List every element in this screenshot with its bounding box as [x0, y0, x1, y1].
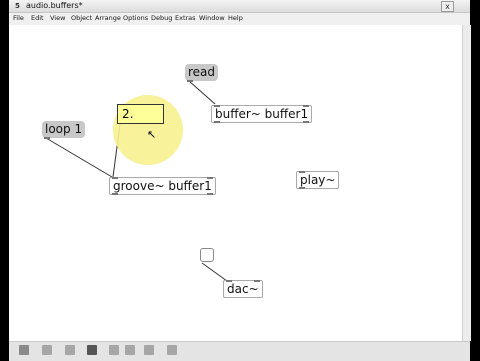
buffer-inlet-left[interactable] — [214, 105, 220, 107]
loop-message-text: loop 1 — [45, 122, 83, 136]
read-outlet[interactable] — [187, 80, 193, 82]
float-number-value: 2. — [122, 107, 134, 121]
menu-window[interactable]: Window — [199, 14, 225, 22]
max-patcher-window: 5 audio.buffers* x File Edit View Object… — [9, 0, 471, 361]
window-icon[interactable] — [125, 345, 135, 355]
title-bar[interactable]: 5 audio.buffers* x — [9, 0, 470, 13]
toggle-object[interactable] — [200, 248, 214, 262]
buffer-inlet-right[interactable] — [303, 105, 310, 107]
groove-inlet-right[interactable] — [206, 177, 213, 179]
present-icon[interactable] — [144, 345, 154, 355]
play-outlet[interactable] — [299, 187, 305, 189]
menu-options[interactable]: Options — [123, 14, 148, 22]
menu-object[interactable]: Object — [71, 14, 92, 22]
patch-canvas[interactable]: read buffer~ buffer1 loop 1 groove~ buff… — [9, 25, 462, 341]
menu-edit[interactable]: Edit — [31, 14, 44, 22]
menu-file[interactable]: File — [13, 14, 24, 22]
mouse-pointer-icon: ↖ — [147, 128, 157, 141]
dac-inlet-right[interactable] — [253, 280, 260, 282]
play-object[interactable]: play~ — [296, 171, 340, 189]
buffer-outlet-right[interactable] — [303, 121, 310, 123]
groove-object-text: groove~ buffer1 — [113, 179, 212, 193]
dac-inlet-left[interactable] — [226, 280, 232, 282]
view-icon[interactable] — [167, 345, 177, 355]
close-button[interactable]: x — [441, 1, 454, 12]
buffer-outlet-left[interactable] — [214, 121, 220, 123]
save-icon[interactable] — [87, 345, 97, 355]
menu-help[interactable]: Help — [228, 14, 243, 22]
patcher-toolbar — [9, 341, 470, 361]
dac-object-text: dac~ — [227, 282, 259, 296]
menu-arrange[interactable]: Arrange — [95, 14, 121, 22]
menu-bar: File Edit View Object Arrange Options De… — [9, 13, 470, 24]
window-title: audio.buffers* — [26, 1, 83, 10]
menu-extras[interactable]: Extras — [175, 14, 196, 22]
grid-icon[interactable] — [65, 345, 75, 355]
cord-read-to-buffer — [188, 80, 216, 105]
lock-icon[interactable] — [19, 345, 29, 355]
float-number-box[interactable]: 2. — [117, 104, 164, 124]
vertical-scrollbar[interactable] — [462, 25, 471, 341]
play-object-text: play~ — [300, 173, 336, 187]
buffer-object-text: buffer~ buffer1 — [215, 107, 309, 121]
app-icon: 5 — [15, 2, 20, 10]
groove-inlet-left[interactable] — [112, 177, 118, 179]
groove-object[interactable]: groove~ buffer1 — [109, 177, 216, 195]
align-icon[interactable] — [109, 345, 119, 355]
buffer-object[interactable]: buffer~ buffer1 — [211, 105, 313, 123]
cord-loop-to-groove — [45, 137, 113, 178]
play-inlet[interactable] — [299, 171, 305, 173]
menu-view[interactable]: View — [50, 14, 65, 22]
add-icon[interactable] — [42, 345, 52, 355]
groove-outlet-left[interactable] — [112, 193, 118, 195]
read-message-box[interactable]: read — [185, 64, 219, 82]
cord-toggle-to-dac — [201, 262, 228, 282]
read-message-text: read — [188, 65, 216, 79]
menu-debug[interactable]: Debug — [151, 14, 172, 22]
dac-object[interactable]: dac~ — [223, 280, 263, 298]
loop-message-box[interactable]: loop 1 — [42, 121, 86, 139]
loop-outlet[interactable] — [44, 137, 50, 139]
groove-outlet-right[interactable] — [206, 193, 213, 195]
